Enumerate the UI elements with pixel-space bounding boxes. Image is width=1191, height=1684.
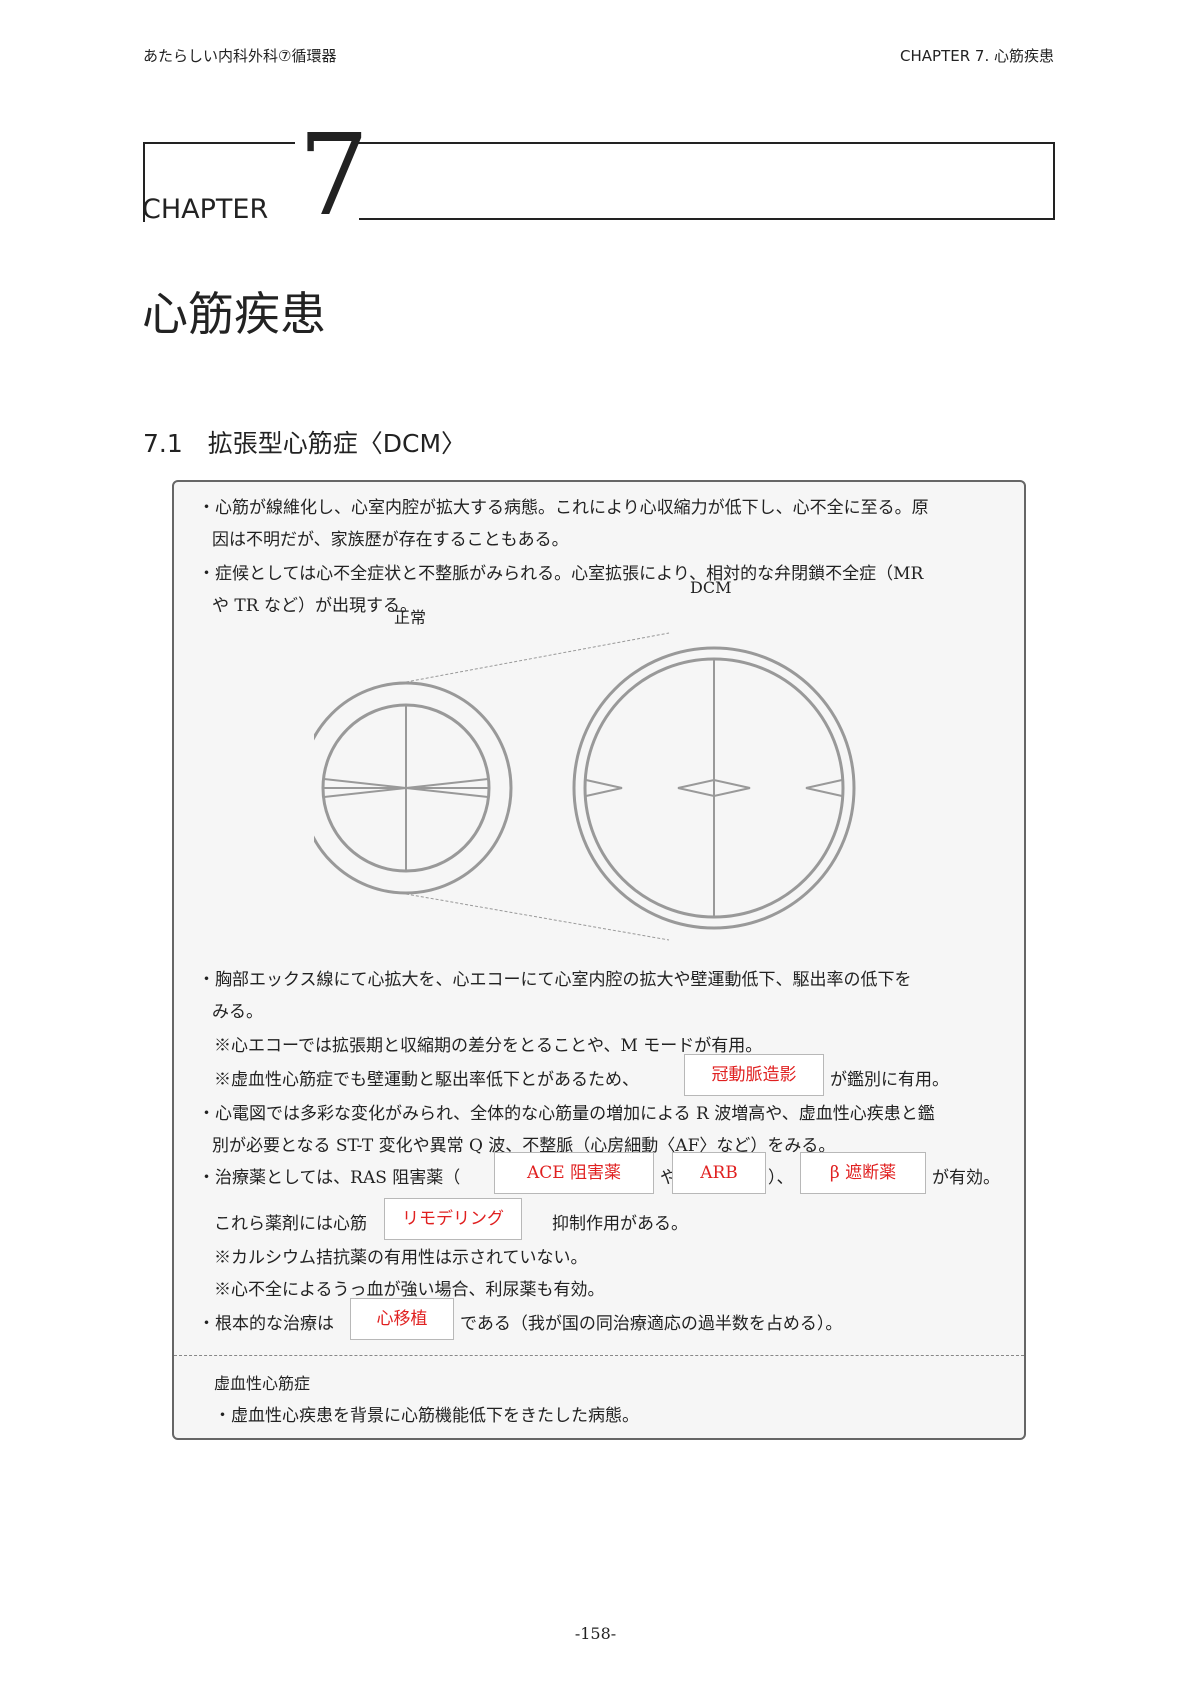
heart-diagram-svg — [299, 632, 856, 941]
dcm-right-wedge — [805, 779, 843, 797]
section-title: 7.1 拡張型心筋症〈DCM〉 — [143, 429, 467, 458]
subsection-text: ・虚血性心疾患を背景に心筋機能低下をきたした病態。 — [214, 1406, 639, 1426]
root-treatment-before: ・根本的な治療は — [198, 1314, 334, 1334]
note-calcium: ※カルシウム拮抗薬の有用性は示されていない。 — [214, 1248, 588, 1268]
treatment-after: が有効。 — [932, 1168, 1000, 1188]
note-diuretic: ※心不全によるうっ血が強い場合、利尿薬も有効。 — [214, 1280, 605, 1300]
answer-heart-transplant: 心移植 — [350, 1298, 454, 1340]
note-ischemic-after: が鑑別に有用。 — [830, 1070, 949, 1090]
remodeling-before: これら薬剤には心筋 — [214, 1214, 367, 1234]
page-number: -158- — [574, 1624, 617, 1643]
treatment-before: ・治療薬としては、RAS 阻害薬（ — [198, 1168, 461, 1188]
label-normal: 正常 — [394, 608, 427, 627]
dcm-left-wedge — [585, 779, 623, 797]
running-header-chapter: CHAPTER 7. 心筋疾患 — [900, 47, 1054, 65]
para-3-line-2: みる。 — [212, 1002, 263, 1022]
chapter-frame — [143, 142, 1055, 222]
note-echo: ※心エコーでは拡張期と収縮期の差分をとることや、M モードが有用。 — [214, 1036, 763, 1056]
answer-beta-blocker: β 遮断薬 — [800, 1152, 926, 1194]
chapter-number: 7 — [298, 111, 370, 241]
treatment-mid-2: ）、 — [768, 1168, 794, 1188]
para-3-line-1: ・胸部エックス線にて心拡大を、心エコーにて心室内腔の拡大や壁運動低下、駆出率の低… — [198, 970, 912, 990]
subsection-title: 虚血性心筋症 — [214, 1374, 311, 1393]
chapter-word: CHAPTER — [142, 194, 269, 225]
para-2-line-1: ・症候としては心不全症状と不整脈がみられる。心室拡張により、相対的な弁閉鎖不全症… — [198, 564, 924, 584]
para-2-line-2: や TR など）が出現する。 — [212, 596, 417, 616]
remodeling-after: 抑制作用がある。 — [552, 1214, 688, 1234]
dashed-divider — [174, 1355, 1024, 1356]
content-box: ・心筋が線維化し、心室内腔が拡大する病態。これにより心収縮力が低下し、心不全に至… — [172, 480, 1026, 1440]
answer-coronary-angiography: 冠動脈造影 — [684, 1054, 824, 1096]
answer-arb: ARB — [672, 1152, 766, 1194]
answer-ace-inhibitor: ACE 阻害薬 — [494, 1152, 654, 1194]
para-4-line-1: ・心電図では多彩な変化がみられ、全体的な心筋量の増加による R 波増高や、虚血性… — [198, 1104, 935, 1124]
label-dcm: DCM — [690, 578, 732, 597]
answer-remodeling: リモデリング — [384, 1198, 522, 1240]
running-header-book-title: あたらしい内科外科⑦循環器 — [143, 47, 337, 65]
note-ischemic-before: ※虚血性心筋症でも壁運動と駆出率低下とがあるため、 — [214, 1070, 639, 1090]
heart-comparison-diagram: 正常 DCM — [299, 580, 874, 966]
para-1-line-2: 因は不明だが、家族歴が存在することもある。 — [212, 530, 569, 550]
para-1-line-1: ・心筋が線維化し、心室内腔が拡大する病態。これにより心収縮力が低下し、心不全に至… — [198, 498, 929, 518]
page-title: 心筋疾患 — [142, 287, 326, 341]
root-treatment-after: である（我が国の同治療適応の過半数を占める）。 — [460, 1314, 843, 1334]
